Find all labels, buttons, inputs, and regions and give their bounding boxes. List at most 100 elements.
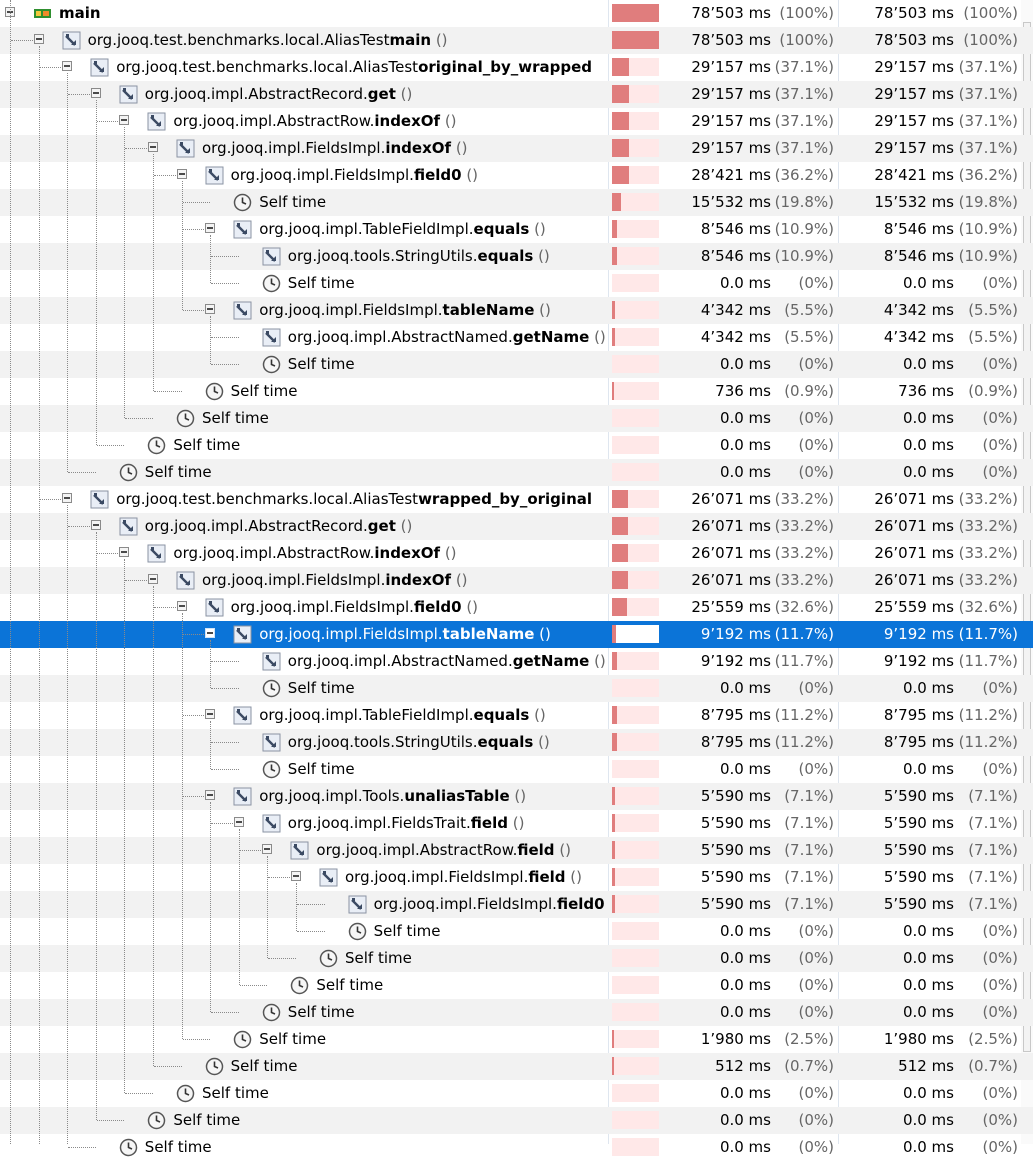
tree-row[interactable]: main 78’503 ms (100%) 78’503 ms (100%) — [0, 0, 1033, 27]
tree-row[interactable]: org.jooq.impl.FieldsImpl.indexOf () 29’15… — [0, 135, 1033, 162]
call-tree[interactable]: main 78’503 ms (100%) 78’503 ms (100%) org.jo… — [0, 0, 1033, 1157]
node-parens: () — [440, 544, 457, 562]
collapse-toggle-icon[interactable] — [33, 34, 44, 44]
time-bar — [612, 598, 659, 616]
time-percent: (37.1%) — [774, 58, 834, 76]
total-time-percent: (0%) — [982, 274, 1018, 292]
tree-row[interactable]: org.jooq.impl.Tools.unaliasTable () 5’590… — [0, 783, 1033, 810]
node-method-name: field — [470, 814, 508, 832]
tree-row[interactable]: org.jooq.impl.FieldsImpl.field () 5’590 m… — [0, 864, 1033, 891]
time-bar-fill — [612, 517, 628, 535]
tree-connector — [211, 283, 239, 284]
tree-row[interactable]: org.jooq.impl.AbstractRow.field () 5’590 … — [0, 837, 1033, 864]
time-bar-fill — [612, 544, 628, 562]
tree-row[interactable]: org.jooq.impl.FieldsTrait.field () 5’590 … — [0, 810, 1033, 837]
tree-row[interactable]: Self time 0.0 ms (0%) 0.0 ms (0%) — [0, 1080, 1033, 1107]
tree-row[interactable]: Self time 0.0 ms (0%) 0.0 ms (0%) — [0, 918, 1033, 945]
tree-row[interactable]: org.jooq.impl.FieldsImpl.field0 () 28’421… — [0, 162, 1033, 189]
tree-row[interactable]: org.jooq.impl.FieldsImpl.field0 5’590 ms (… — [0, 891, 1033, 918]
node-label: org.jooq.impl.TableFieldImpl.equals () — [259, 220, 606, 238]
total-time-percent: (0%) — [982, 1138, 1018, 1156]
tree-row[interactable]: Self time 0.0 ms (0%) 0.0 ms (0%) — [0, 270, 1033, 297]
collapse-toggle-icon[interactable] — [119, 115, 130, 125]
tree-row[interactable]: Self time 0.0 ms (0%) 0.0 ms (0%) — [0, 459, 1033, 486]
tree-row[interactable]: Self time 512 ms (0.7%) 512 ms (0.7%) — [0, 1053, 1033, 1080]
collapse-toggle-icon[interactable] — [90, 88, 101, 98]
collapse-toggle-icon[interactable] — [62, 493, 73, 503]
tree-connector — [211, 769, 239, 770]
collapse-toggle-icon[interactable] — [291, 871, 301, 881]
total-time-percent: (0%) — [982, 355, 1018, 373]
time-value: 5’590 ms — [700, 868, 771, 886]
tree-row[interactable]: Self time 15’532 ms (19.8%) 15’532 ms (19.8%… — [0, 189, 1033, 216]
collapse-toggle-icon[interactable] — [205, 709, 216, 719]
tree-row[interactable]: Self time 0.0 ms (0%) 0.0 ms (0%) — [0, 999, 1033, 1026]
tree-row[interactable]: org.jooq.test.benchmarks.local.AliasTest… — [0, 54, 1033, 81]
tree-row[interactable]: org.jooq.impl.FieldsImpl.tableName () 9’1… — [0, 621, 1033, 648]
method-arrow-icon — [262, 247, 281, 266]
node-parens: () — [529, 706, 546, 724]
tree-row[interactable]: Self time 0.0 ms (0%) 0.0 ms (0%) — [0, 972, 1033, 999]
tree-row[interactable]: org.jooq.impl.AbstractRow.indexOf () 26’0… — [0, 540, 1033, 567]
collapse-toggle-icon[interactable] — [262, 844, 273, 854]
tree-row[interactable]: org.jooq.test.benchmarks.local.AliasTest… — [0, 486, 1033, 513]
collapse-toggle-icon[interactable] — [233, 817, 244, 827]
collapse-toggle-icon[interactable] — [62, 61, 73, 71]
clock-icon — [262, 274, 281, 293]
tree-row[interactable]: org.jooq.impl.AbstractRow.indexOf () 29’1… — [0, 108, 1033, 135]
tree-row[interactable]: org.jooq.tools.StringUtils.equals () 8’54… — [0, 243, 1033, 270]
collapse-toggle-icon[interactable] — [90, 520, 101, 530]
time-value: 736 ms — [715, 382, 771, 400]
collapse-toggle-icon[interactable] — [148, 142, 158, 152]
node-label: org.jooq.impl.FieldsImpl.field0 — [374, 895, 606, 913]
tree-row[interactable]: Self time 0.0 ms (0%) 0.0 ms (0%) — [0, 675, 1033, 702]
collapse-toggle-icon[interactable] — [148, 574, 158, 584]
collapse-toggle-icon[interactable] — [176, 601, 187, 611]
method-arrow-icon — [348, 895, 367, 914]
collapse-toggle-icon[interactable] — [205, 304, 216, 314]
tree-row[interactable]: Self time 0.0 ms (0%) 0.0 ms (0%) — [0, 945, 1033, 972]
tree-row[interactable]: Self time 1’980 ms (2.5%) 1’980 ms (2.5%) — [0, 1026, 1033, 1053]
tree-row[interactable]: org.jooq.impl.TableFieldImpl.equals () 8’… — [0, 216, 1033, 243]
collapse-toggle-icon[interactable] — [119, 547, 130, 557]
tree-row[interactable]: Self time 0.0 ms (0%) 0.0 ms (0%) — [0, 405, 1033, 432]
tree-row[interactable]: org.jooq.impl.AbstractRecord.get () 29’15… — [0, 81, 1033, 108]
time-value: 1’980 ms — [700, 1030, 771, 1048]
node-class-name: Self time — [287, 1003, 355, 1021]
collapse-toggle-icon[interactable] — [205, 790, 216, 800]
tree-row[interactable]: org.jooq.impl.AbstractNamed.getName () 4’… — [0, 324, 1033, 351]
tree-row[interactable]: Self time 736 ms (0.9%) 736 ms (0.9%) — [0, 378, 1033, 405]
tree-row[interactable]: org.jooq.impl.AbstractRecord.get () 26’07… — [0, 513, 1033, 540]
collapse-toggle-icon[interactable] — [205, 628, 216, 638]
tree-row[interactable]: Self time 0.0 ms (0%) 0.0 ms (0%) — [0, 756, 1033, 783]
tree-connector — [211, 688, 239, 689]
collapse-toggle-icon[interactable] — [176, 169, 187, 179]
time-bar-fill — [612, 706, 617, 724]
clock-icon — [262, 679, 281, 698]
total-time-value: 0.0 ms — [902, 976, 954, 994]
node-label: org.jooq.impl.FieldsImpl.tableName () — [259, 301, 606, 319]
time-value: 9’192 ms — [700, 625, 771, 643]
tree-row[interactable]: org.jooq.impl.TableFieldImpl.equals () 8’… — [0, 702, 1033, 729]
tree-row[interactable]: org.jooq.impl.FieldsImpl.tableName () 4’3… — [0, 297, 1033, 324]
tree-row[interactable]: org.jooq.impl.FieldsImpl.field0 () 25’559… — [0, 594, 1033, 621]
tree-row[interactable]: Self time 0.0 ms (0%) 0.0 ms (0%) — [0, 351, 1033, 378]
time-bar-fill — [612, 490, 628, 508]
tree-row[interactable]: org.jooq.impl.FieldsImpl.indexOf () 26’07… — [0, 567, 1033, 594]
time-percent: (37.1%) — [774, 112, 834, 130]
time-value: 26’071 ms — [691, 490, 771, 508]
tree-row[interactable]: org.jooq.tools.StringUtils.equals () 8’79… — [0, 729, 1033, 756]
collapse-toggle-icon[interactable] — [205, 223, 216, 233]
tree-row[interactable]: org.jooq.test.benchmarks.local.AliasTest… — [0, 27, 1033, 54]
node-method-name: field0 — [556, 895, 605, 913]
node-label: org.jooq.tools.StringUtils.equals () — [288, 247, 606, 265]
tree-row[interactable]: Self time 0.0 ms (0%) 0.0 ms (0%) — [0, 1134, 1033, 1161]
total-time-value: 0.0 ms — [902, 1084, 954, 1102]
tree-row[interactable]: Self time 0.0 ms (0%) 0.0 ms (0%) — [0, 432, 1033, 459]
time-value: 0.0 ms — [719, 409, 771, 427]
tree-connector — [182, 202, 211, 203]
node-label: org.jooq.impl.FieldsImpl.field0 () — [231, 598, 606, 616]
tree-row[interactable]: Self time 0.0 ms (0%) 0.0 ms (0%) — [0, 1107, 1033, 1134]
time-bar — [612, 355, 659, 373]
tree-row[interactable]: org.jooq.impl.AbstractNamed.getName () 9’… — [0, 648, 1033, 675]
